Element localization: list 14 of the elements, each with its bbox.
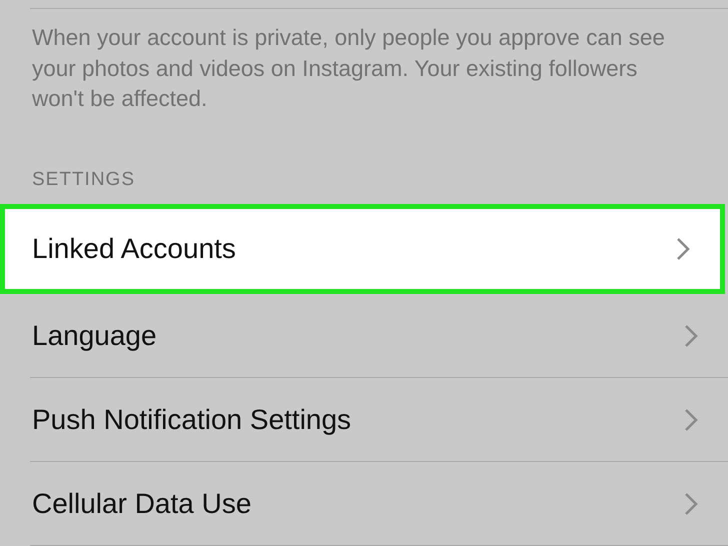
chevron-icon xyxy=(684,324,698,348)
chevron-icon xyxy=(684,408,698,432)
settings-row[interactable]: Cellular Data Use xyxy=(0,462,728,546)
settings-row[interactable]: Push Notification Settings xyxy=(0,378,728,462)
row-label: Language xyxy=(32,320,157,352)
settings-row[interactable]: Language xyxy=(0,294,728,378)
settings-row[interactable]: Linked Accounts xyxy=(0,204,725,294)
row-label: Cellular Data Use xyxy=(32,488,252,520)
row-label: Push Notification Settings xyxy=(32,404,352,436)
row-label: Linked Accounts xyxy=(32,232,236,264)
privacy-description: When your account is private, only people you approve can see your photos and videos on Instagram. Your existing followers won't be affected. xyxy=(31,24,666,113)
chevron-icon xyxy=(676,236,690,260)
chevron-icon xyxy=(684,492,698,516)
section-header: SETTINGS xyxy=(32,168,136,190)
